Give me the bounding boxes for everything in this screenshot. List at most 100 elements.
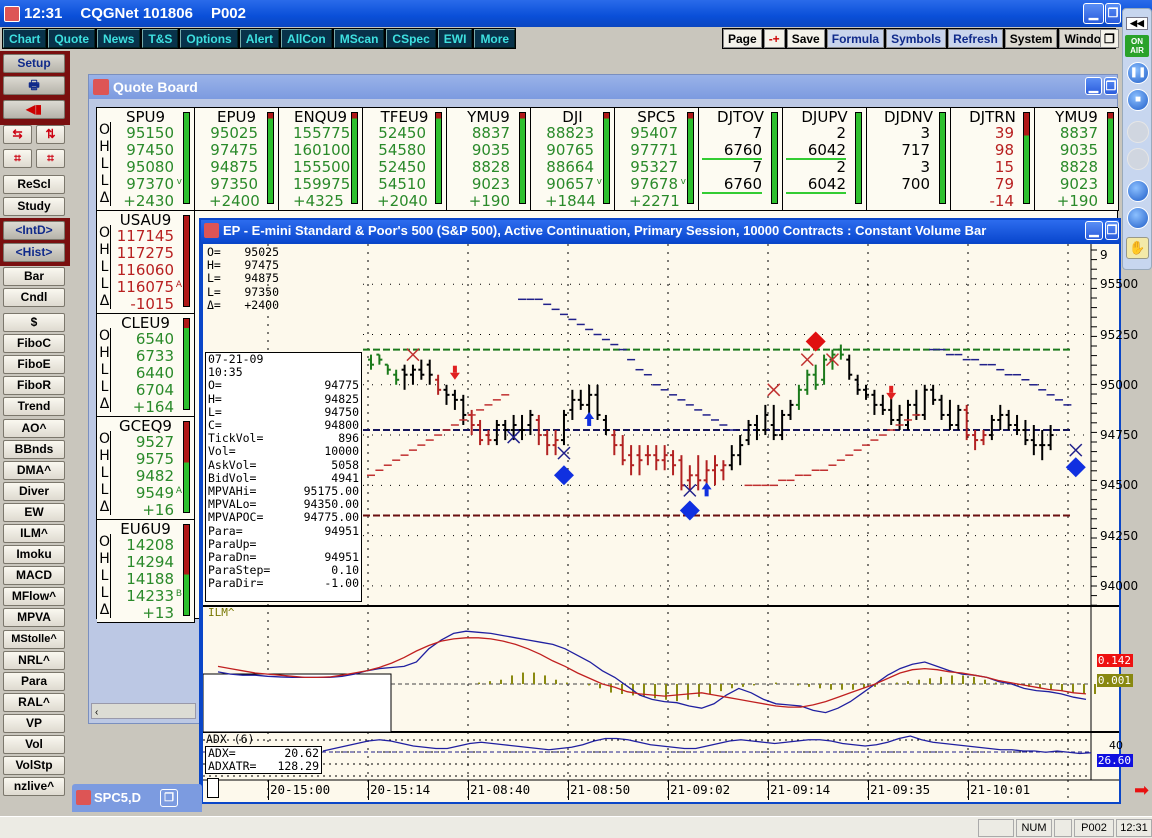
menu-options[interactable]: Options [180, 29, 238, 48]
menu-allcon[interactable]: AllCon [281, 29, 332, 48]
time-scroll-handle[interactable] [207, 778, 219, 798]
minimize-button[interactable]: ▁ [1083, 3, 1104, 24]
quote-value: 9575 [135, 450, 174, 468]
study-bbnds-button[interactable]: BBnds [3, 439, 65, 459]
time-axis-label: 21-09:02 [670, 782, 731, 797]
quote-cell[interactable]: YMU9 8837 9035 8828 9023 +190 [1035, 108, 1119, 211]
mouse-icon[interactable] [1127, 121, 1149, 143]
study-vol-button[interactable]: Vol [3, 735, 65, 754]
study-mflow-button[interactable]: MFlow^ [3, 587, 65, 607]
on-air-button[interactable]: ON AIR [1125, 35, 1149, 57]
grid-v-icon[interactable]: ⌗ [36, 149, 65, 168]
hand-icon[interactable]: ✋ [1126, 237, 1149, 259]
chart-minimize-button[interactable]: ▁ [1085, 221, 1103, 240]
setup-button[interactable]: Setup [3, 54, 65, 73]
title-time: 12:31 [24, 5, 63, 22]
quote-cell[interactable]: DJI 88823 90765 88664 90657 v +1844 [531, 108, 615, 211]
app-icon[interactable] [4, 5, 20, 22]
study-macd-button[interactable]: MACD [3, 566, 65, 586]
quote-cell[interactable]: DJTRN 39 98 15 79 -14 [951, 108, 1035, 211]
quote-cell[interactable]: O H L L Δ SPU9 95150 97450 95080 97370 v +2430 [97, 108, 195, 211]
menu-news[interactable]: News [97, 29, 141, 48]
quote-value: 9035 [471, 141, 510, 159]
toolbar-save-button[interactable]: Save [786, 29, 825, 48]
study-fiboc-button[interactable]: FiboC [3, 334, 65, 354]
quote-cell[interactable]: O H L L Δ USAU9 117145 117275 116060 116075 A -1015 [97, 211, 195, 314]
pause-icon[interactable]: ❚❚ [1127, 62, 1149, 84]
study-fiboe-button[interactable]: FiboE [3, 355, 65, 375]
quote-cell[interactable]: DJUPV 2 6042 2 6042 [783, 108, 867, 211]
toolbar-symbols-button[interactable]: Symbols [886, 29, 947, 48]
restore-spc5-button[interactable]: ❐ [160, 789, 178, 807]
study-nrl-button[interactable]: NRL^ [3, 650, 65, 670]
study-fibor-button[interactable]: FiboR [3, 376, 65, 396]
restore-button[interactable]: ❐ [1105, 3, 1121, 24]
study-vp-button[interactable]: VP [3, 713, 65, 733]
intd-button[interactable]: <IntD> [3, 221, 65, 240]
stop-icon[interactable]: ■ [1127, 89, 1149, 111]
study-nzlive-button[interactable]: nzlive^ [3, 777, 65, 797]
study-dma-button[interactable]: DMA^ [3, 460, 65, 480]
toolbar-refresh-button[interactable]: Refresh [948, 29, 1003, 48]
study-imoku-button[interactable]: Imoku [3, 545, 65, 565]
quote-cell[interactable]: DJDNV 3 717 3 700 [867, 108, 951, 211]
qb-restore-button[interactable]: ❐ [1104, 77, 1118, 95]
study-ew-button[interactable]: EW [3, 502, 65, 522]
drawing-tool-icon[interactable] [1127, 148, 1149, 170]
tile-windows-icon[interactable]: ❐ [1100, 29, 1119, 48]
swap-h-icon[interactable]: ⇆ [3, 125, 32, 144]
quote-cell[interactable]: O H L L Δ EU6U9 14208 14294 14188 14233 B +13 [97, 520, 195, 623]
chart-area[interactable]: O= 95025 H= 97475 L= 94875 L= 97350 Δ= +2400 07-2… [203, 244, 1138, 802]
exit-icon[interactable]: ◀▮ [3, 100, 65, 119]
menu-alert[interactable]: Alert [239, 29, 280, 48]
quote-cell[interactable]: O H L L Δ GCEQ9 9527 9575 9482 9549 A +16 [97, 417, 195, 520]
bar-button[interactable]: Bar [3, 267, 65, 286]
swap-v-icon[interactable]: ⇅ [36, 125, 65, 144]
menu-more[interactable]: More [474, 29, 516, 48]
chart-restore-button[interactable]: ❐ [1105, 221, 1119, 240]
toolbar-page-button[interactable]: Page [723, 29, 762, 48]
rescl-button[interactable]: ReScl [3, 175, 65, 194]
toolbar-system-button[interactable]: System [1004, 29, 1058, 48]
quote-cell[interactable]: SPC5 95407 97771 95327 97678 v +2271 [615, 108, 699, 211]
scroll-right-icon[interactable]: ➡ [1134, 780, 1149, 801]
grid-h-icon[interactable]: ⌗ [3, 149, 32, 168]
hist-button[interactable]: <Hist> [3, 243, 65, 262]
toolbar-zoom-button[interactable]: -+ [763, 29, 785, 48]
study-mstolle-button[interactable]: MStolle^ [3, 629, 65, 649]
print-icon[interactable]: 🖶 [3, 76, 65, 95]
menu-mscan[interactable]: MScan [333, 29, 385, 48]
quote-cell[interactable]: O H L L Δ CLEU9 6540 6733 6440 6704 +164 [97, 314, 195, 417]
study-para-button[interactable]: Para [3, 671, 65, 691]
menu-cspec[interactable]: CSpec [386, 29, 436, 48]
minimized-window-spc5[interactable]: SPC5,D ❐ [72, 784, 202, 812]
study-diver-button[interactable]: Diver [3, 481, 65, 501]
study-trend-button[interactable]: Trend [3, 397, 65, 417]
toolbar-formula-button[interactable]: Formula [826, 29, 885, 48]
qb-minimize-button[interactable]: ▁ [1085, 77, 1102, 95]
quote-board-scrollbar[interactable]: ‹ [91, 703, 196, 719]
study-ao-button[interactable]: AO^ [3, 418, 65, 438]
menu-ts[interactable]: T&S [142, 29, 179, 48]
menu-ewi[interactable]: EWI [437, 29, 473, 48]
menu-quote[interactable]: Quote [48, 29, 96, 48]
quote-cell[interactable]: EPU9 95025 97475 94875 97350 +2400 [195, 108, 279, 211]
collapse-icon[interactable]: ◀◀ [1126, 17, 1148, 30]
row-label: H [99, 242, 110, 258]
study-button[interactable]: Study [3, 197, 65, 216]
quote-cell[interactable]: ENQU9 155775 160100 155500 159975 +4325 [279, 108, 363, 211]
quote-cell[interactable]: TFEU9 52450 54580 52450 54510 +2040 [363, 108, 447, 211]
highlighter-icon[interactable] [1127, 180, 1149, 202]
quote-cell[interactable]: YMU9 8837 9035 8828 9023 +190 [447, 108, 531, 211]
cndl-button[interactable]: Cndl [3, 288, 65, 307]
study-ilm-button[interactable]: ILM^ [3, 524, 65, 543]
quote-cell[interactable]: DJTOV 7 6760 7 6760 [699, 108, 783, 211]
menu-chart[interactable]: Chart [3, 29, 47, 48]
price-axis-label: 95500 [1100, 277, 1139, 292]
study--button[interactable]: $ [3, 313, 65, 332]
study-volstp-button[interactable]: VolStp [3, 756, 65, 776]
study-mpva-button[interactable]: MPVA [3, 608, 65, 628]
quote-value: 6760 [702, 176, 762, 194]
eraser-icon[interactable] [1127, 207, 1149, 229]
study-ral-button[interactable]: RAL^ [3, 692, 65, 712]
